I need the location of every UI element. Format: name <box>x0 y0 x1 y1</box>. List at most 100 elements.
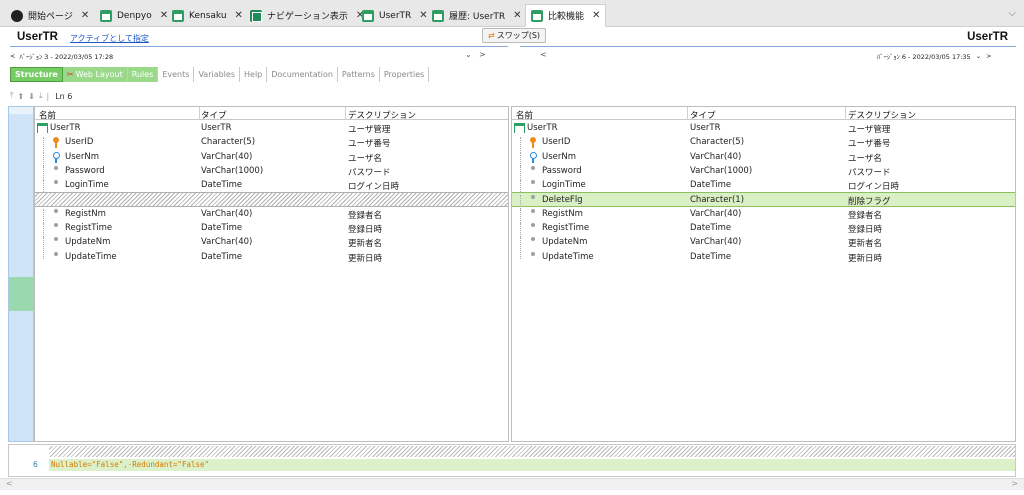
cell-description: ユーザ番号 <box>848 139 891 150</box>
column-header-type: タイプ <box>690 111 716 121</box>
table-row[interactable]: UserNm VarChar(40) ユーザ名 <box>512 150 1015 166</box>
table-row[interactable]: UpdateNm VarChar(40) 更新者名 <box>35 235 508 252</box>
cell-description: 登録日時 <box>348 225 383 236</box>
close-icon[interactable]: ✕ <box>513 10 521 21</box>
cell-type: DateTime <box>201 223 243 234</box>
diff-toolbar: ⤒ ⬆ ⬇ ⤓ | Ln 6 <box>10 89 76 103</box>
close-icon[interactable]: ✕ <box>235 10 243 21</box>
properties-diff-pane[interactable]: 6 Nullable="False",·Redundant="False" <box>8 444 1016 477</box>
next-difference-icon[interactable]: ⬇ <box>28 92 35 101</box>
table-row[interactable]: Password VarChar(1000) パスワード <box>512 164 1015 180</box>
tab-events[interactable]: Events <box>158 67 195 82</box>
table-row[interactable]: UserNm VarChar(40) ユーザ名 <box>35 150 508 166</box>
globe-icon <box>11 9 23 22</box>
table-row[interactable]: Password VarChar(1000) パスワード <box>35 164 508 180</box>
tab-label: Denpyo <box>117 10 152 21</box>
close-icon[interactable]: ✕ <box>81 10 89 21</box>
table-row[interactable]: UpdateNm VarChar(40) 更新者名 <box>512 235 1015 252</box>
chevron-left-icon[interactable]: < <box>540 50 547 59</box>
chevron-down-icon[interactable]: ⌄ <box>976 52 981 60</box>
table-icon <box>432 9 444 22</box>
left-version-selector[interactable]: < ﾊﾞｰｼﾞｮﾝ 3 - 2022/03/05 17:28 <box>10 50 113 62</box>
table-row[interactable]: UpdateTime DateTime 更新日時 <box>35 250 508 264</box>
table-row[interactable]: RegistNm VarChar(40) 登録者名 <box>512 207 1015 223</box>
right-structure-grid[interactable]: 名前 タイプ デスクリプション UserTR UserTR ユーザ管理 User… <box>511 106 1016 442</box>
previous-difference-icon[interactable]: ⬆ <box>18 92 25 101</box>
chevron-right-icon[interactable]: > <box>479 50 486 59</box>
tab-usertr[interactable]: UserTR ✕ <box>357 4 433 27</box>
attribute-icon <box>54 208 58 213</box>
compare-header: UserTR アクティブとして指定 ⇄ スワップ(S) UserTR <box>0 28 1024 46</box>
descriptor-icon <box>52 151 60 163</box>
make-active-link[interactable]: アクティブとして指定 <box>70 33 149 44</box>
cell-name: UserTR <box>50 123 81 133</box>
cell-description: パスワード <box>848 167 891 178</box>
tab-variables[interactable]: Variables <box>194 67 240 82</box>
primary-key-icon <box>52 137 60 149</box>
tab-label: 比較機能 <box>548 12 585 22</box>
chevron-right-icon[interactable]: > <box>986 52 991 60</box>
cell-name: UserID <box>542 137 571 148</box>
cell-name: Password <box>65 165 105 176</box>
chevron-down-icon[interactable]: ⌄ <box>465 50 472 59</box>
table-row[interactable]: UserID Character(5) ユーザ番号 <box>512 135 1015 152</box>
tab-start-page[interactable]: 開始ページ ✕ <box>6 4 94 27</box>
cell-name: RegistNm <box>542 208 583 219</box>
tab-label: 開始ページ <box>28 12 73 22</box>
tab-rules[interactable]: Rules <box>127 67 159 82</box>
tab-kensaku[interactable]: Kensaku ✕ <box>167 4 248 27</box>
missing-line-placeholder <box>49 446 1015 457</box>
last-difference-icon[interactable]: ⤓ <box>39 91 43 101</box>
tab-help[interactable]: Help <box>240 67 268 82</box>
column-header-description: デスクリプション <box>348 111 417 121</box>
cell-name: RegistTime <box>65 223 113 234</box>
table-row[interactable]: RegistNm VarChar(40) 登録者名 <box>35 207 508 223</box>
table-icon <box>362 9 374 22</box>
left-version-label: ﾊﾞｰｼﾞｮﾝ 3 - 2022/03/05 17:28 <box>19 53 114 61</box>
table-row[interactable]: RegistTime DateTime 登録日時 <box>35 221 508 238</box>
column-separator <box>345 107 346 120</box>
overview-change-marker <box>9 277 33 311</box>
cell-description: ユーザ管理 <box>348 125 391 135</box>
overview-viewport <box>9 107 33 114</box>
divider <box>10 46 508 47</box>
table-row[interactable]: UserTR UserTR ユーザ管理 <box>512 121 1015 135</box>
column-separator <box>199 107 200 120</box>
chevron-left-icon[interactable]: < <box>10 52 15 60</box>
right-version-selector[interactable]: ﾊﾞｰｼﾞｮﾝ 6 - 2022/03/05 17:35 ⌄ > <box>877 50 992 62</box>
column-separator <box>845 107 846 120</box>
table-row[interactable]: UserTR UserTR ユーザ管理 <box>35 121 508 135</box>
tab-compare[interactable]: 比較機能 ✕ <box>525 4 607 27</box>
tab-denpyo[interactable]: Denpyo ✕ <box>95 4 173 27</box>
tab-web-layout[interactable]: ✂ Web Layout <box>62 67 128 82</box>
cell-type: VarChar(1000) <box>201 165 264 176</box>
horizontal-scrollbar[interactable]: < > <box>0 478 1024 490</box>
cell-type: DateTime <box>201 180 243 191</box>
added-table-row[interactable]: DeleteFlg Character(1) 削除フラグ <box>512 192 1015 210</box>
tab-patterns[interactable]: Patterns <box>338 67 380 82</box>
chevron-down-icon[interactable]: ⌵ <box>1008 8 1016 19</box>
tab-properties[interactable]: Properties <box>380 67 430 82</box>
scroll-left-icon[interactable]: < <box>6 479 13 488</box>
table-row[interactable]: LoginTime DateTime ログイン日時 <box>35 178 508 195</box>
tree-line <box>520 251 521 259</box>
close-icon[interactable]: ✕ <box>592 10 600 21</box>
table-row[interactable]: LoginTime DateTime ログイン日時 <box>512 178 1015 195</box>
diff-overview-gutter[interactable] <box>8 106 34 442</box>
tab-history-usertr[interactable]: 履歴: UserTR ✕ <box>427 4 527 27</box>
cell-description: ログイン日時 <box>348 182 400 193</box>
first-difference-icon[interactable]: ⤒ <box>10 91 14 101</box>
cell-description: 更新者名 <box>348 239 383 250</box>
tab-navigation[interactable]: ナビゲーション表示 ✕ <box>245 4 369 27</box>
tab-structure[interactable]: Structure <box>10 67 63 82</box>
swap-button[interactable]: ⇄ スワップ(S) <box>482 28 547 43</box>
table-row[interactable]: RegistTime DateTime 登録日時 <box>512 221 1015 238</box>
cell-description: ログイン日時 <box>848 182 900 193</box>
table-row[interactable]: UpdateTime DateTime 更新日時 <box>512 250 1015 264</box>
scroll-right-icon[interactable]: > <box>1011 479 1018 488</box>
left-structure-grid[interactable]: 名前 タイプ デスクリプション UserTR UserTR ユーザ管理 User… <box>34 106 509 442</box>
cell-description: 登録日時 <box>848 225 883 236</box>
table-row[interactable]: UserID Character(5) ユーザ番号 <box>35 135 508 152</box>
tab-documentation[interactable]: Documentation <box>267 67 338 82</box>
cell-name: LoginTime <box>65 180 109 191</box>
